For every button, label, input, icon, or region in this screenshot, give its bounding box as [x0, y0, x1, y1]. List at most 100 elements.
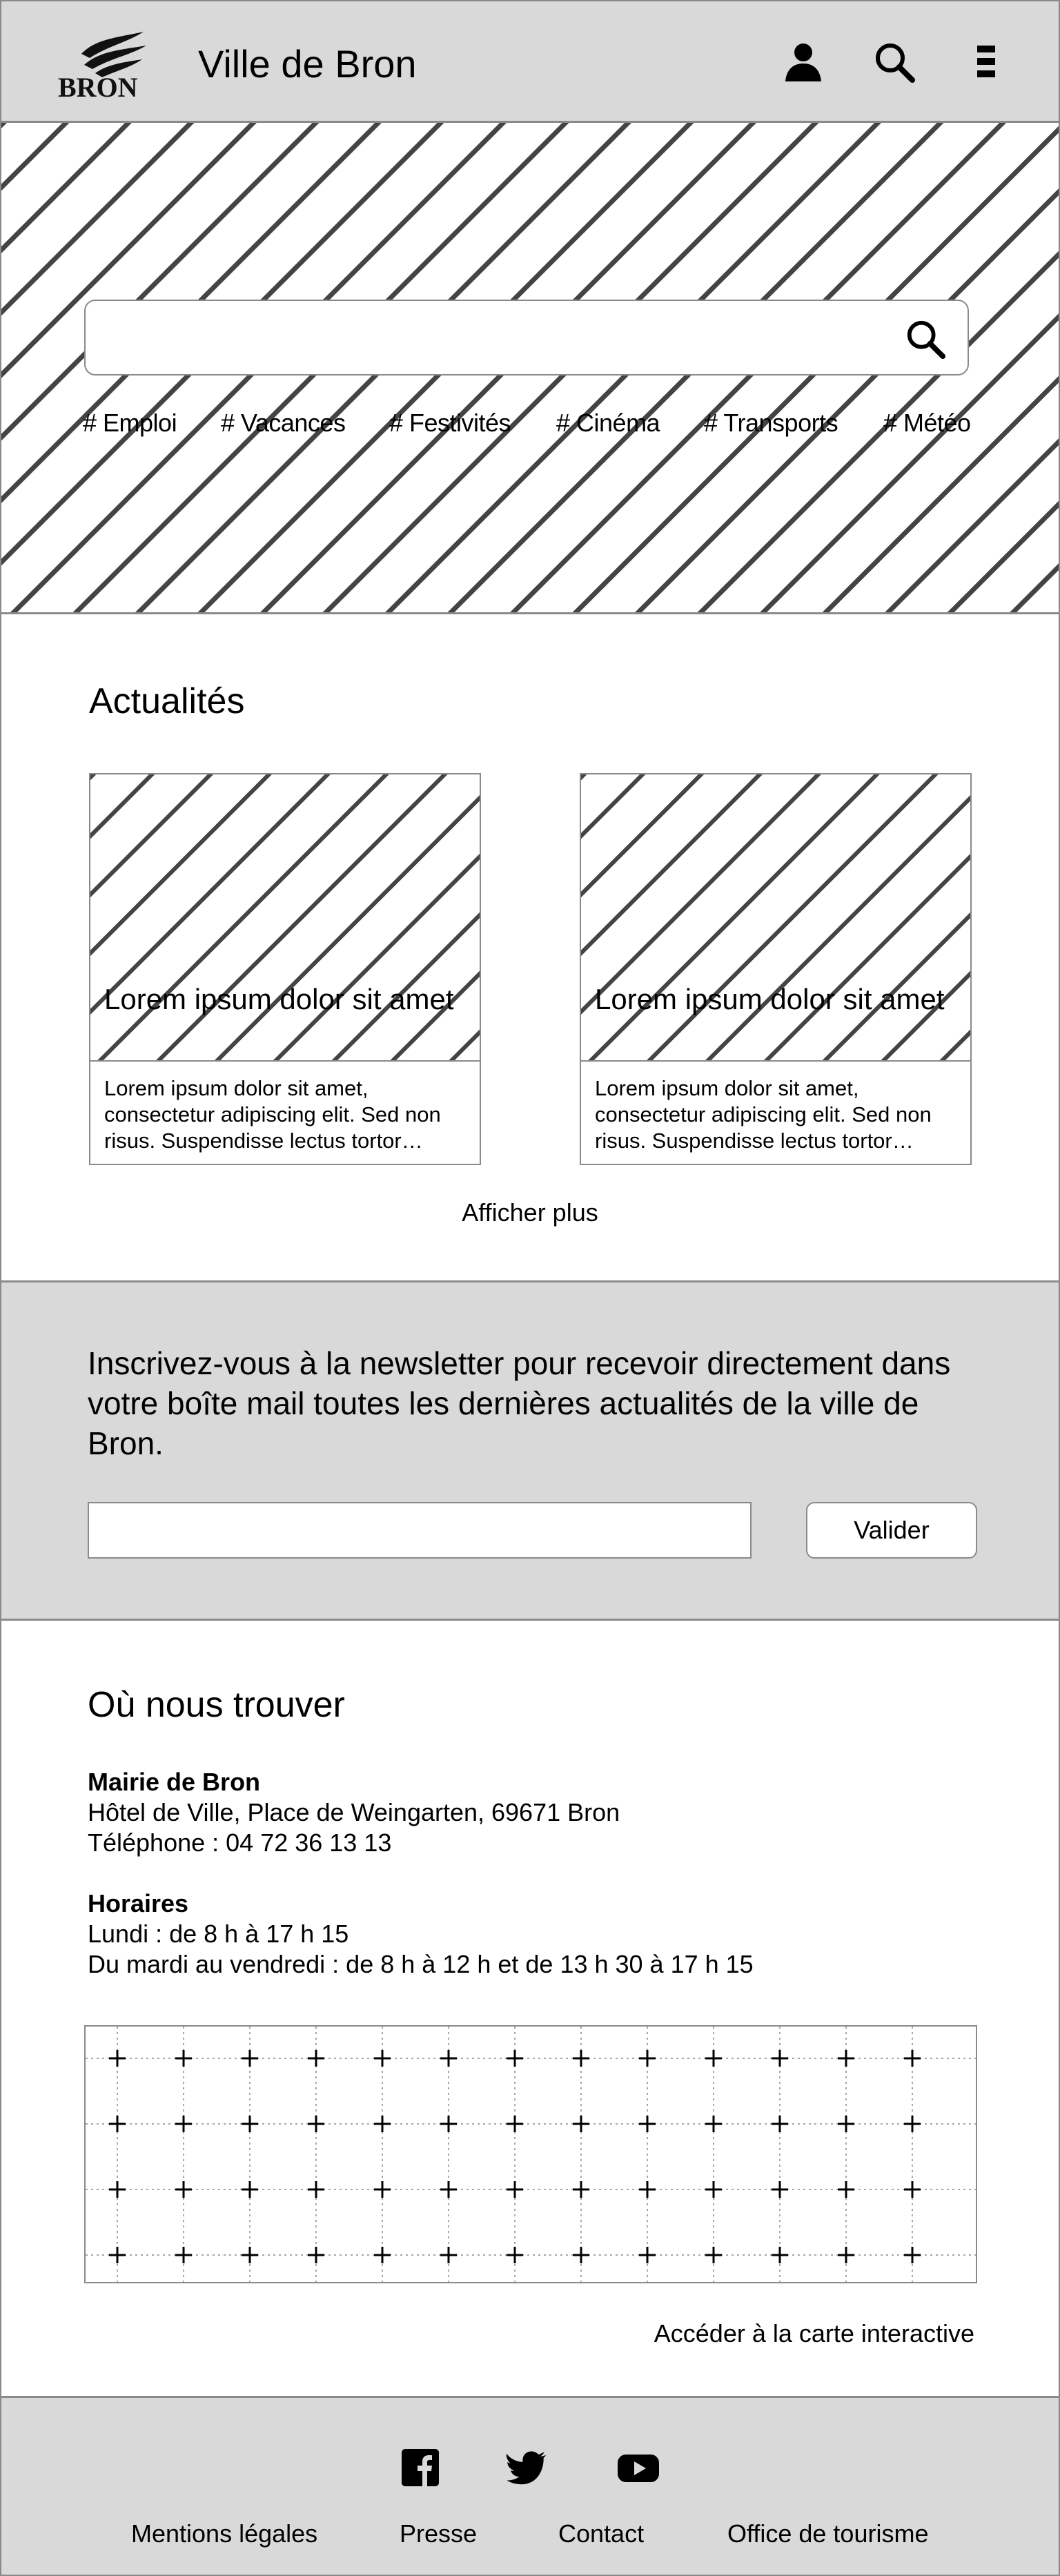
map-marker-cross	[374, 2050, 391, 2067]
map-marker-cross	[573, 2116, 589, 2132]
map-marker-cross	[507, 2116, 523, 2132]
map-marker-cross	[308, 2181, 324, 2198]
map-marker-cross	[639, 2181, 656, 2198]
hours-monday: Lundi : de 8 h à 17 h 15	[88, 1920, 349, 1948]
news-card[interactable]: Lorem ipsum dolor sit amet Lorem ipsum d…	[580, 773, 972, 1165]
map-marker-cross	[573, 2247, 589, 2263]
card-image-placeholder: Lorem ipsum dolor sit amet	[90, 774, 480, 1062]
map-marker-cross	[772, 2247, 788, 2263]
map-marker-cross	[904, 2050, 921, 2067]
map-marker-cross	[109, 2116, 126, 2132]
card-title: Lorem ipsum dolor sit amet	[595, 983, 945, 1015]
map-marker-cross	[639, 2247, 656, 2263]
hours-block: Horaires Lundi : de 8 h à 17 h 15 Du mar…	[88, 1889, 754, 1980]
tag-meteo[interactable]: # Météo	[883, 409, 971, 438]
footer-link-contact[interactable]: Contact	[558, 2519, 644, 2548]
map-marker-cross	[838, 2116, 854, 2132]
user-icon[interactable]	[781, 40, 825, 84]
map-marker-cross	[308, 2247, 324, 2263]
map-marker-cross	[507, 2050, 523, 2067]
twitter-icon[interactable]	[505, 2446, 548, 2489]
map-marker-cross	[242, 2050, 258, 2067]
map-marker-cross	[175, 2247, 192, 2263]
interactive-map-link[interactable]: Accéder à la carte interactive	[654, 2319, 974, 2348]
footer-link-legal[interactable]: Mentions légales	[131, 2519, 317, 2548]
map-marker-cross	[705, 2247, 722, 2263]
hours-title: Horaires	[88, 1889, 189, 1918]
menu-icon[interactable]	[963, 40, 1008, 84]
facebook-icon[interactable]	[399, 2446, 442, 2489]
phone-text: Téléphone : 04 72 36 13 13	[88, 1828, 392, 1857]
newsletter-email-input[interactable]	[88, 1502, 752, 1559]
map-marker-cross	[242, 2116, 258, 2132]
map-marker-cross	[242, 2181, 258, 2198]
search-icon[interactable]	[872, 40, 916, 84]
map-marker-cross	[374, 2181, 391, 2198]
show-more-link[interactable]: Afficher plus	[0, 1198, 1060, 1227]
map-marker-cross	[772, 2181, 788, 2198]
map-marker-cross	[242, 2247, 258, 2263]
map-marker-cross	[109, 2050, 126, 2067]
tag-transports[interactable]: # Transports	[704, 409, 838, 438]
search-bar	[84, 300, 969, 375]
newsletter-section: Inscrivez-vous à la newsletter pour rece…	[0, 1282, 1060, 1621]
address-block: Mairie de Bron Hôtel de Ville, Place de …	[88, 1767, 620, 1858]
tag-emploi[interactable]: # Emploi	[83, 409, 177, 438]
card-excerpt: Lorem ipsum dolor sit amet, consectetur …	[595, 1076, 932, 1153]
tag-festivites[interactable]: # Festivités	[389, 409, 511, 438]
address-text: Hôtel de Ville, Place de Weingarten, 696…	[88, 1798, 620, 1826]
map-marker-cross	[374, 2116, 391, 2132]
map-marker-cross	[507, 2181, 523, 2198]
map-marker-cross	[440, 2116, 457, 2132]
card-excerpt: Lorem ipsum dolor sit amet, consectetur …	[104, 1076, 441, 1153]
site-title: Ville de Bron	[198, 42, 417, 86]
bron-logo[interactable]: BRON	[54, 25, 150, 103]
hours-weekdays: Du mardi au vendredi : de 8 h à 12 h et …	[88, 1950, 754, 1978]
tag-vacances[interactable]: # Vacances	[221, 409, 346, 438]
map-marker-cross	[772, 2050, 788, 2067]
map-marker-cross	[507, 2247, 523, 2263]
map-marker-cross	[772, 2116, 788, 2132]
footer-link-press[interactable]: Presse	[400, 2519, 477, 2548]
search-input[interactable]	[102, 315, 889, 363]
card-title: Lorem ipsum dolor sit amet	[104, 983, 454, 1015]
map-marker-cross	[639, 2050, 656, 2067]
youtube-icon[interactable]	[617, 2446, 660, 2489]
map-marker-cross	[904, 2181, 921, 2198]
map-marker-cross	[308, 2116, 324, 2132]
map-marker-cross	[440, 2181, 457, 2198]
newsletter-text: Inscrivez-vous à la newsletter pour rece…	[88, 1345, 951, 1461]
svg-text:BRON: BRON	[58, 72, 138, 101]
map-marker-cross	[573, 2050, 589, 2067]
site-footer: Mentions légales Presse Contact Office d…	[0, 2398, 1060, 2576]
map-marker-cross	[440, 2050, 457, 2067]
location-section: Où nous trouver Mairie de Bron Hôtel de …	[0, 1621, 1060, 2398]
site-header: BRON Ville de Bron	[0, 0, 1060, 123]
newsletter-submit-button[interactable]: Valider	[806, 1502, 977, 1559]
map-marker-cross	[705, 2116, 722, 2132]
map-marker-cross	[109, 2181, 126, 2198]
office-name: Mairie de Bron	[88, 1768, 261, 1796]
footer-link-tourism[interactable]: Office de tourisme	[727, 2519, 928, 2548]
map-marker-cross	[175, 2116, 192, 2132]
news-card[interactable]: Lorem ipsum dolor sit amet Lorem ipsum d…	[89, 773, 481, 1165]
map-marker-cross	[440, 2247, 457, 2263]
map-marker-cross	[374, 2247, 391, 2263]
map-marker-cross	[838, 2181, 854, 2198]
map-marker-cross	[838, 2050, 854, 2067]
news-title: Actualités	[89, 681, 245, 721]
map-marker-cross	[639, 2116, 656, 2132]
map-marker-cross	[838, 2247, 854, 2263]
map-marker-cross	[573, 2181, 589, 2198]
map-marker-cross	[175, 2181, 192, 2198]
hero-banner: # Emploi # Vacances # Festivités # Ciném…	[0, 123, 1060, 614]
map-placeholder[interactable]	[84, 2025, 977, 2283]
map-marker-cross	[175, 2050, 192, 2067]
map-marker-cross	[705, 2181, 722, 2198]
tag-cinema[interactable]: # Cinéma	[556, 409, 660, 438]
map-marker-cross	[904, 2116, 921, 2132]
location-title: Où nous trouver	[88, 1685, 345, 1725]
search-submit-icon[interactable]	[904, 318, 947, 360]
map-marker-cross	[705, 2050, 722, 2067]
news-section: Actualités Lorem ipsum dolor sit amet Lo…	[0, 614, 1060, 1282]
